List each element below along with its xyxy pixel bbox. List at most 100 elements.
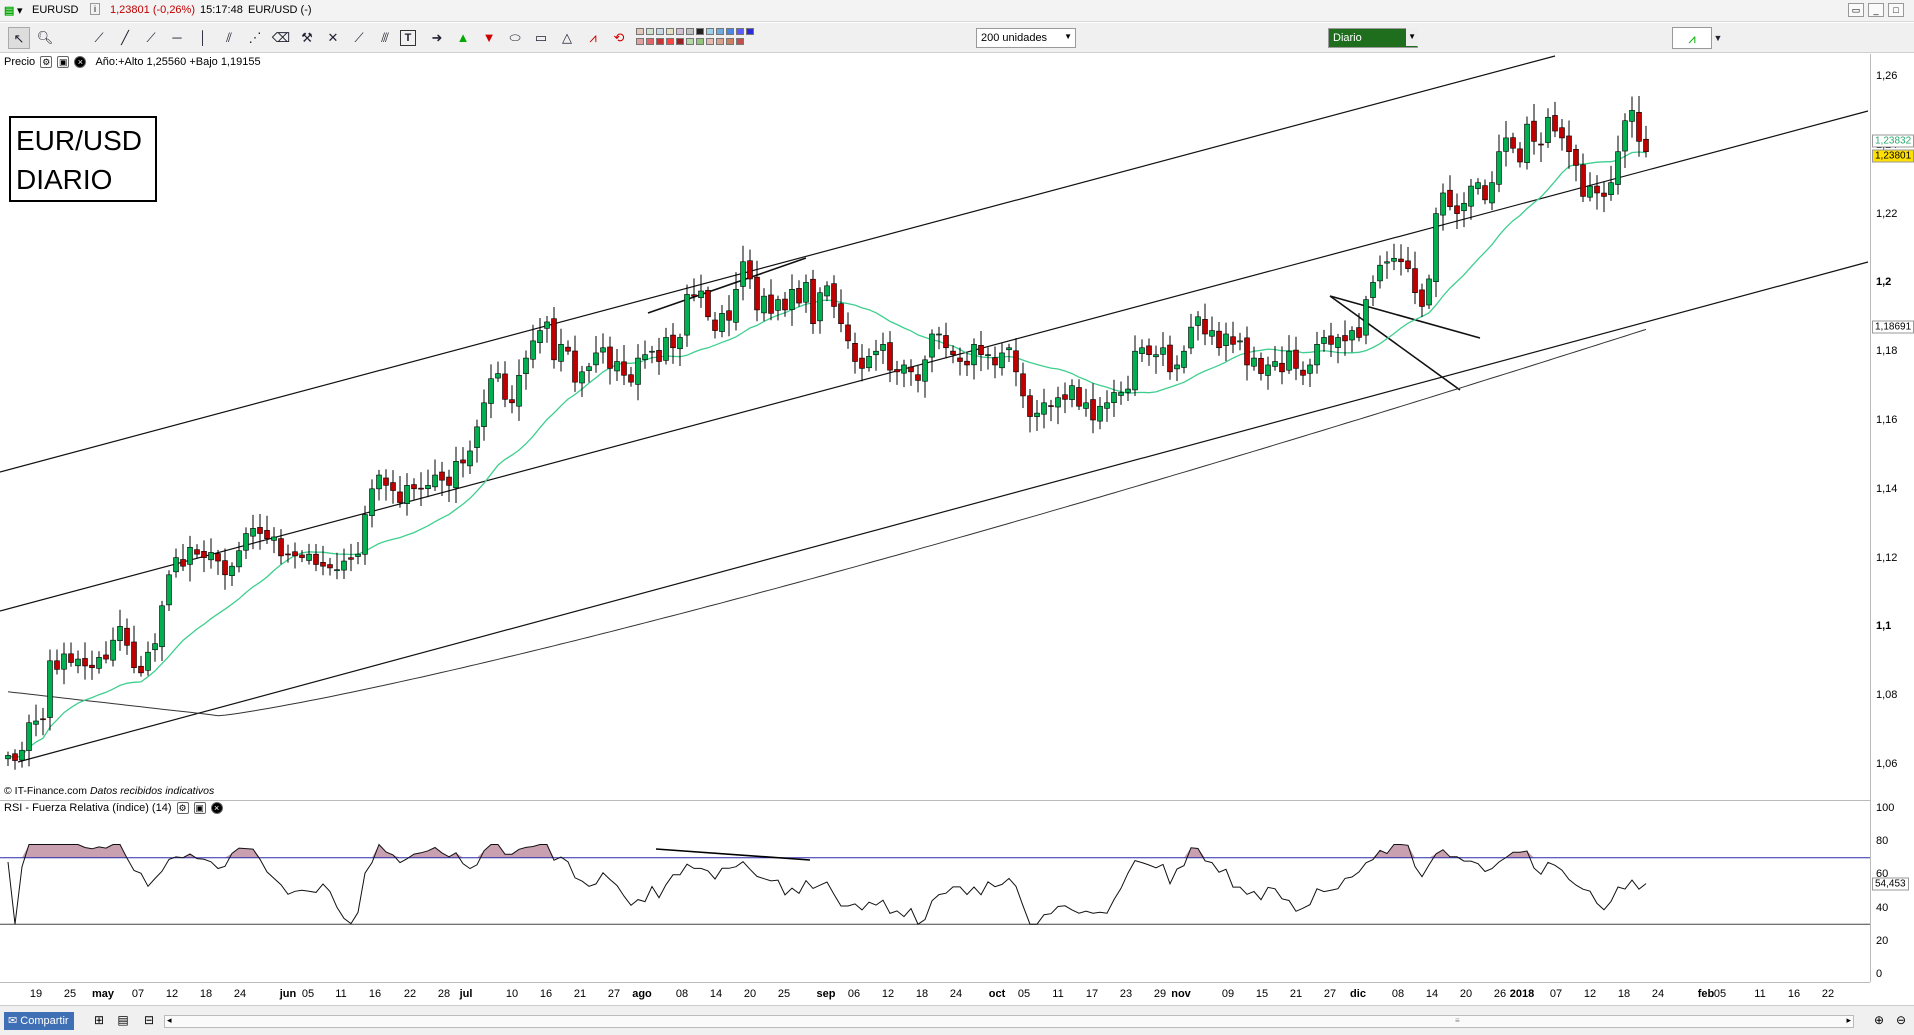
candle-up [1181,350,1187,368]
minimize-icon[interactable]: _ [1868,3,1884,17]
text-icon[interactable]: T [400,30,416,46]
cursor-icon[interactable]: ↖ [8,27,30,49]
candle [733,272,739,331]
color-swatch[interactable] [726,28,734,35]
color-swatch[interactable] [726,38,734,45]
color-swatch[interactable] [656,38,664,45]
candle-up [1069,385,1075,400]
horizontal-scrollbar[interactable]: ◂ ≡ ▸ [164,1015,1854,1028]
arrow-up-icon[interactable]: ▲ [452,27,474,49]
color-swatch[interactable] [736,38,744,45]
rectangle-icon[interactable]: ▭ [530,27,552,49]
x-tick-label: feb [1697,988,1715,1000]
candle [1132,335,1138,396]
x-tick-label: 17 [1085,988,1099,1000]
symbol-label[interactable]: EURUSD [32,4,78,16]
color-swatch[interactable] [706,38,714,45]
parallel-channel-icon[interactable]: ⫽ [218,27,240,49]
color-swatch[interactable] [746,28,754,35]
units-select[interactable]: 200 unidades ▼ [976,28,1076,48]
symbol-dropdown-icon[interactable]: ▾ [17,4,23,17]
candle [1174,355,1180,381]
candle [1363,295,1369,345]
color-swatch[interactable] [676,38,684,45]
candle [698,274,704,308]
color-swatch[interactable] [736,28,744,35]
color-swatch[interactable] [636,28,644,35]
grid-icon[interactable]: ⊟ [140,1011,158,1029]
x-tick-label: 20 [1459,988,1473,1000]
color-swatch[interactable] [716,28,724,35]
channel-icon[interactable]: ⫻ [374,27,396,49]
close-icon[interactable]: × [210,802,223,815]
rsi-chart[interactable] [0,800,1870,982]
eraser-icon[interactable]: ⌫ [270,27,292,49]
candle-up [1391,258,1397,262]
cross-icon[interactable]: ✕ [322,27,344,49]
color-swatch[interactable] [646,28,654,35]
scroll-right-icon[interactable]: ▸ [1846,1015,1851,1026]
color-swatch[interactable] [676,28,684,35]
scroll-thumb[interactable]: ≡ [1455,1016,1460,1025]
reset-icon[interactable]: ⟲ [608,27,630,49]
trend-icon[interactable]: ⩘ [582,27,604,49]
arrow-down-icon[interactable]: ▼ [478,27,500,49]
pitchfork-icon[interactable]: ⚒ [296,27,318,49]
candle-up [579,371,585,384]
horizontal-line-icon[interactable]: ─ [166,27,188,49]
x-tick-label: 27 [607,988,621,1000]
list-icon[interactable]: ▤ [114,1011,132,1029]
ellipse-icon[interactable]: ⬭ [504,27,526,49]
candle-up [1587,185,1593,198]
vertical-line-icon[interactable]: │ [192,27,214,49]
period-select[interactable]: Diario ▼ [1328,28,1418,48]
fan-icon[interactable]: ⟋ [348,27,370,49]
app-icon: ▤ [4,5,15,17]
color-swatch[interactable] [666,28,674,35]
arrow-right-icon[interactable]: ➜ [426,27,448,49]
ruler-icon[interactable]: ⟋ [88,27,110,49]
settings-icon[interactable]: ▣ [193,802,206,815]
restore-icon[interactable]: ▭ [1848,3,1864,17]
zoom-icon[interactable]: 🔍︎ [34,27,56,49]
candle [467,440,473,475]
price-chart[interactable] [0,54,1870,800]
color-swatch[interactable] [646,38,654,45]
candle-up [159,605,165,648]
color-swatch[interactable] [686,28,694,35]
info-icon[interactable]: i [90,3,100,15]
candle-up [334,569,340,572]
fibonacci-icon[interactable]: ⋰ [244,27,266,49]
color-swatch[interactable] [686,38,694,45]
wrench-icon[interactable]: ⚙ [176,802,189,815]
color-swatch[interactable] [666,38,674,45]
color-swatch[interactable] [656,28,664,35]
ray-icon[interactable]: ⟋ [140,27,162,49]
candle [1370,275,1376,306]
candle [670,323,676,364]
color-swatch[interactable] [696,28,704,35]
zoom-out-icon[interactable]: ⊖ [1892,1011,1910,1029]
chart-type-icon[interactable]: ⩘ [1672,27,1712,49]
chart-type-dropdown-icon[interactable]: ▼ [1712,27,1724,49]
candle [1006,343,1012,362]
candle [383,469,389,501]
x-tick-label: 26 [1493,988,1507,1000]
candle [971,338,977,380]
zoom-in-icon[interactable]: ⊕ [1870,1011,1888,1029]
color-swatch[interactable] [696,38,704,45]
trend-line [17,261,1869,763]
candle-up [516,374,522,407]
share-button[interactable]: ✉ Compartir [4,1012,74,1030]
candle-down [418,487,424,490]
triangle-icon[interactable]: △ [556,27,578,49]
scroll-left-icon[interactable]: ◂ [167,1015,172,1026]
color-swatch[interactable] [636,38,644,45]
maximize-icon[interactable]: □ [1888,3,1904,17]
color-swatch[interactable] [716,38,724,45]
y-tick-label: 1,18 [1876,345,1898,358]
add-chart-icon[interactable]: ⊞ [90,1011,108,1029]
color-swatch[interactable] [706,28,714,35]
line-icon[interactable]: ╱ [114,27,136,49]
candle [446,469,452,502]
